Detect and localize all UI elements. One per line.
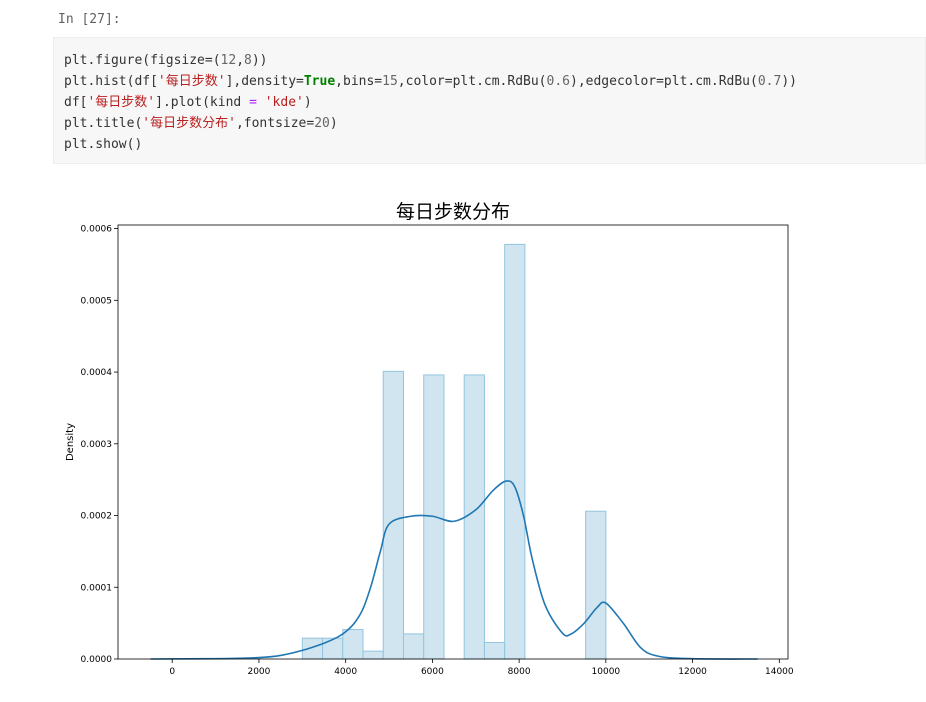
- code-editor[interactable]: plt.figure(figsize=(12,8)) plt.hist(df['每…: [64, 50, 797, 155]
- code-token: '每日步数': [157, 74, 226, 89]
- code-token: plt.hist(df[: [64, 74, 158, 89]
- code-token: 20: [314, 116, 330, 131]
- code-token: df[: [64, 95, 88, 110]
- code-token: )): [251, 53, 268, 68]
- code-line: plt.title('每日步数分布',fontsize=20): [64, 113, 797, 134]
- y-tick-label: 0.0003: [81, 440, 113, 450]
- x-tick-label: 2000: [247, 667, 270, 677]
- y-tick-label: 0.0000: [81, 655, 113, 665]
- code-token: plt.title(: [64, 116, 143, 131]
- code-token: ,bins=: [335, 74, 383, 89]
- code-token: 15: [382, 74, 398, 89]
- code-token: ].plot(kind: [155, 95, 250, 110]
- histogram-bar: [402, 633, 425, 660]
- y-tick-label: 0.0004: [81, 368, 113, 378]
- x-tick-label: 8000: [508, 667, 531, 677]
- code-cell-input[interactable]: plt.figure(figsize=(12,8)) plt.hist(df['每…: [53, 37, 926, 164]
- code-token: '每日步数': [87, 95, 156, 110]
- code-token: 0.7: [757, 74, 782, 89]
- histogram-bar: [342, 629, 364, 660]
- histogram-bar: [585, 510, 607, 660]
- x-tick-label: 0: [169, 667, 175, 677]
- chart-title: 每日步数分布: [396, 201, 510, 223]
- code-line: plt.hist(df['每日步数'],density=True,bins=15…: [64, 71, 797, 92]
- histogram-bar: [362, 650, 384, 660]
- code-line: plt.figure(figsize=(12,8)): [64, 50, 797, 71]
- y-tick-label: 0.0006: [81, 225, 113, 235]
- x-tick-label: 4000: [334, 667, 357, 677]
- x-tick-label: 14000: [765, 667, 794, 677]
- histogram-bar: [301, 637, 324, 660]
- histogram-bar: [322, 637, 344, 660]
- code-token: )): [781, 74, 797, 89]
- x-tick-label: 10000: [592, 667, 621, 677]
- code-token: ,color=plt.cm.RdBu(: [397, 74, 547, 89]
- x-tick-label: 12000: [678, 667, 707, 677]
- code-token: ): [329, 116, 338, 131]
- histogram-bar: [483, 642, 506, 660]
- code-token: ,fontsize=: [235, 116, 315, 131]
- code-line: plt.show(): [64, 134, 797, 155]
- x-tick-label: 6000: [421, 667, 444, 677]
- code-line: df['每日步数'].plot(kind = 'kde'): [64, 92, 797, 113]
- code-token: ],density=: [225, 74, 304, 89]
- code-token: True: [303, 74, 336, 89]
- y-tick-label: 0.0002: [81, 512, 113, 522]
- code-token: plt.show(): [64, 137, 143, 152]
- code-token: 8: [244, 53, 252, 68]
- code-token: ,: [236, 53, 245, 68]
- histogram-bar: [463, 374, 485, 660]
- code-token: ): [303, 95, 312, 110]
- code-token: plt.figure(figsize=(: [64, 53, 221, 68]
- cell-output: 每日步数分布 Density 0 2000 4000 6000 8000 10000 120…: [56, 192, 796, 682]
- code-token: ),edgecolor=plt.cm.RdBu(: [570, 74, 758, 89]
- histogram-bar: [504, 243, 526, 660]
- y-tick-label: 0.0005: [81, 296, 113, 306]
- y-axis-label: Density: [65, 423, 76, 461]
- code-token: =: [249, 95, 257, 110]
- code-token: 0.6: [546, 74, 570, 89]
- code-token: 'kde': [264, 95, 304, 110]
- histogram-kde-chart: 每日步数分布 Density 0 2000 4000 6000 8000 10000 120…: [56, 192, 796, 682]
- cell-prompt: In [27]:: [58, 12, 121, 27]
- code-token: 12: [220, 53, 237, 68]
- code-token: '每日步数分布': [142, 116, 236, 131]
- histogram-bar: [382, 370, 404, 660]
- y-tick-label: 0.0001: [81, 583, 113, 593]
